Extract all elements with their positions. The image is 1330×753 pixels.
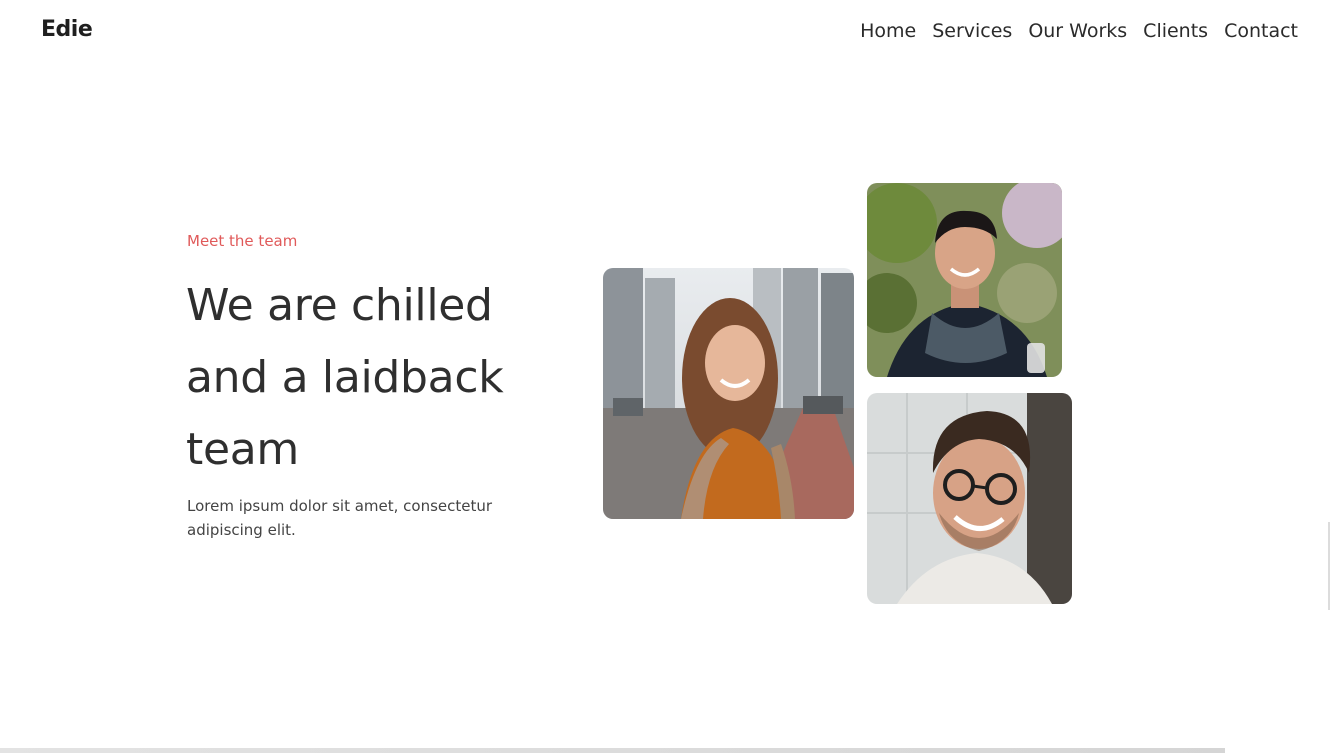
nav-services[interactable]: Services [932, 18, 1012, 44]
page: Edie Home Services Our Works Clients Con… [0, 0, 1330, 753]
team-photo-man-scarf [867, 183, 1062, 377]
section-headline: We are chilled and a laidback team [186, 280, 504, 475]
logo[interactable]: Edie [41, 17, 93, 42]
team-photo-man-glasses-image [867, 393, 1072, 604]
nav-clients[interactable]: Clients [1143, 18, 1208, 44]
site-header: Edie Home Services Our Works Clients Con… [0, 0, 1330, 64]
section-description: Lorem ipsum dolor sit amet, consectetur … [187, 497, 493, 539]
team-photo-woman [603, 268, 854, 519]
section-eyebrow: Meet the team [187, 232, 298, 250]
bottom-divider [0, 748, 1225, 753]
main-nav: Home Services Our Works Clients Contact [860, 18, 1298, 44]
team-photo-man-glasses [867, 393, 1072, 604]
team-photo-woman-image [603, 268, 854, 519]
nav-our-works[interactable]: Our Works [1028, 18, 1127, 44]
nav-contact[interactable]: Contact [1224, 18, 1298, 44]
nav-home[interactable]: Home [860, 18, 916, 44]
team-photo-man-scarf-image [867, 183, 1062, 377]
